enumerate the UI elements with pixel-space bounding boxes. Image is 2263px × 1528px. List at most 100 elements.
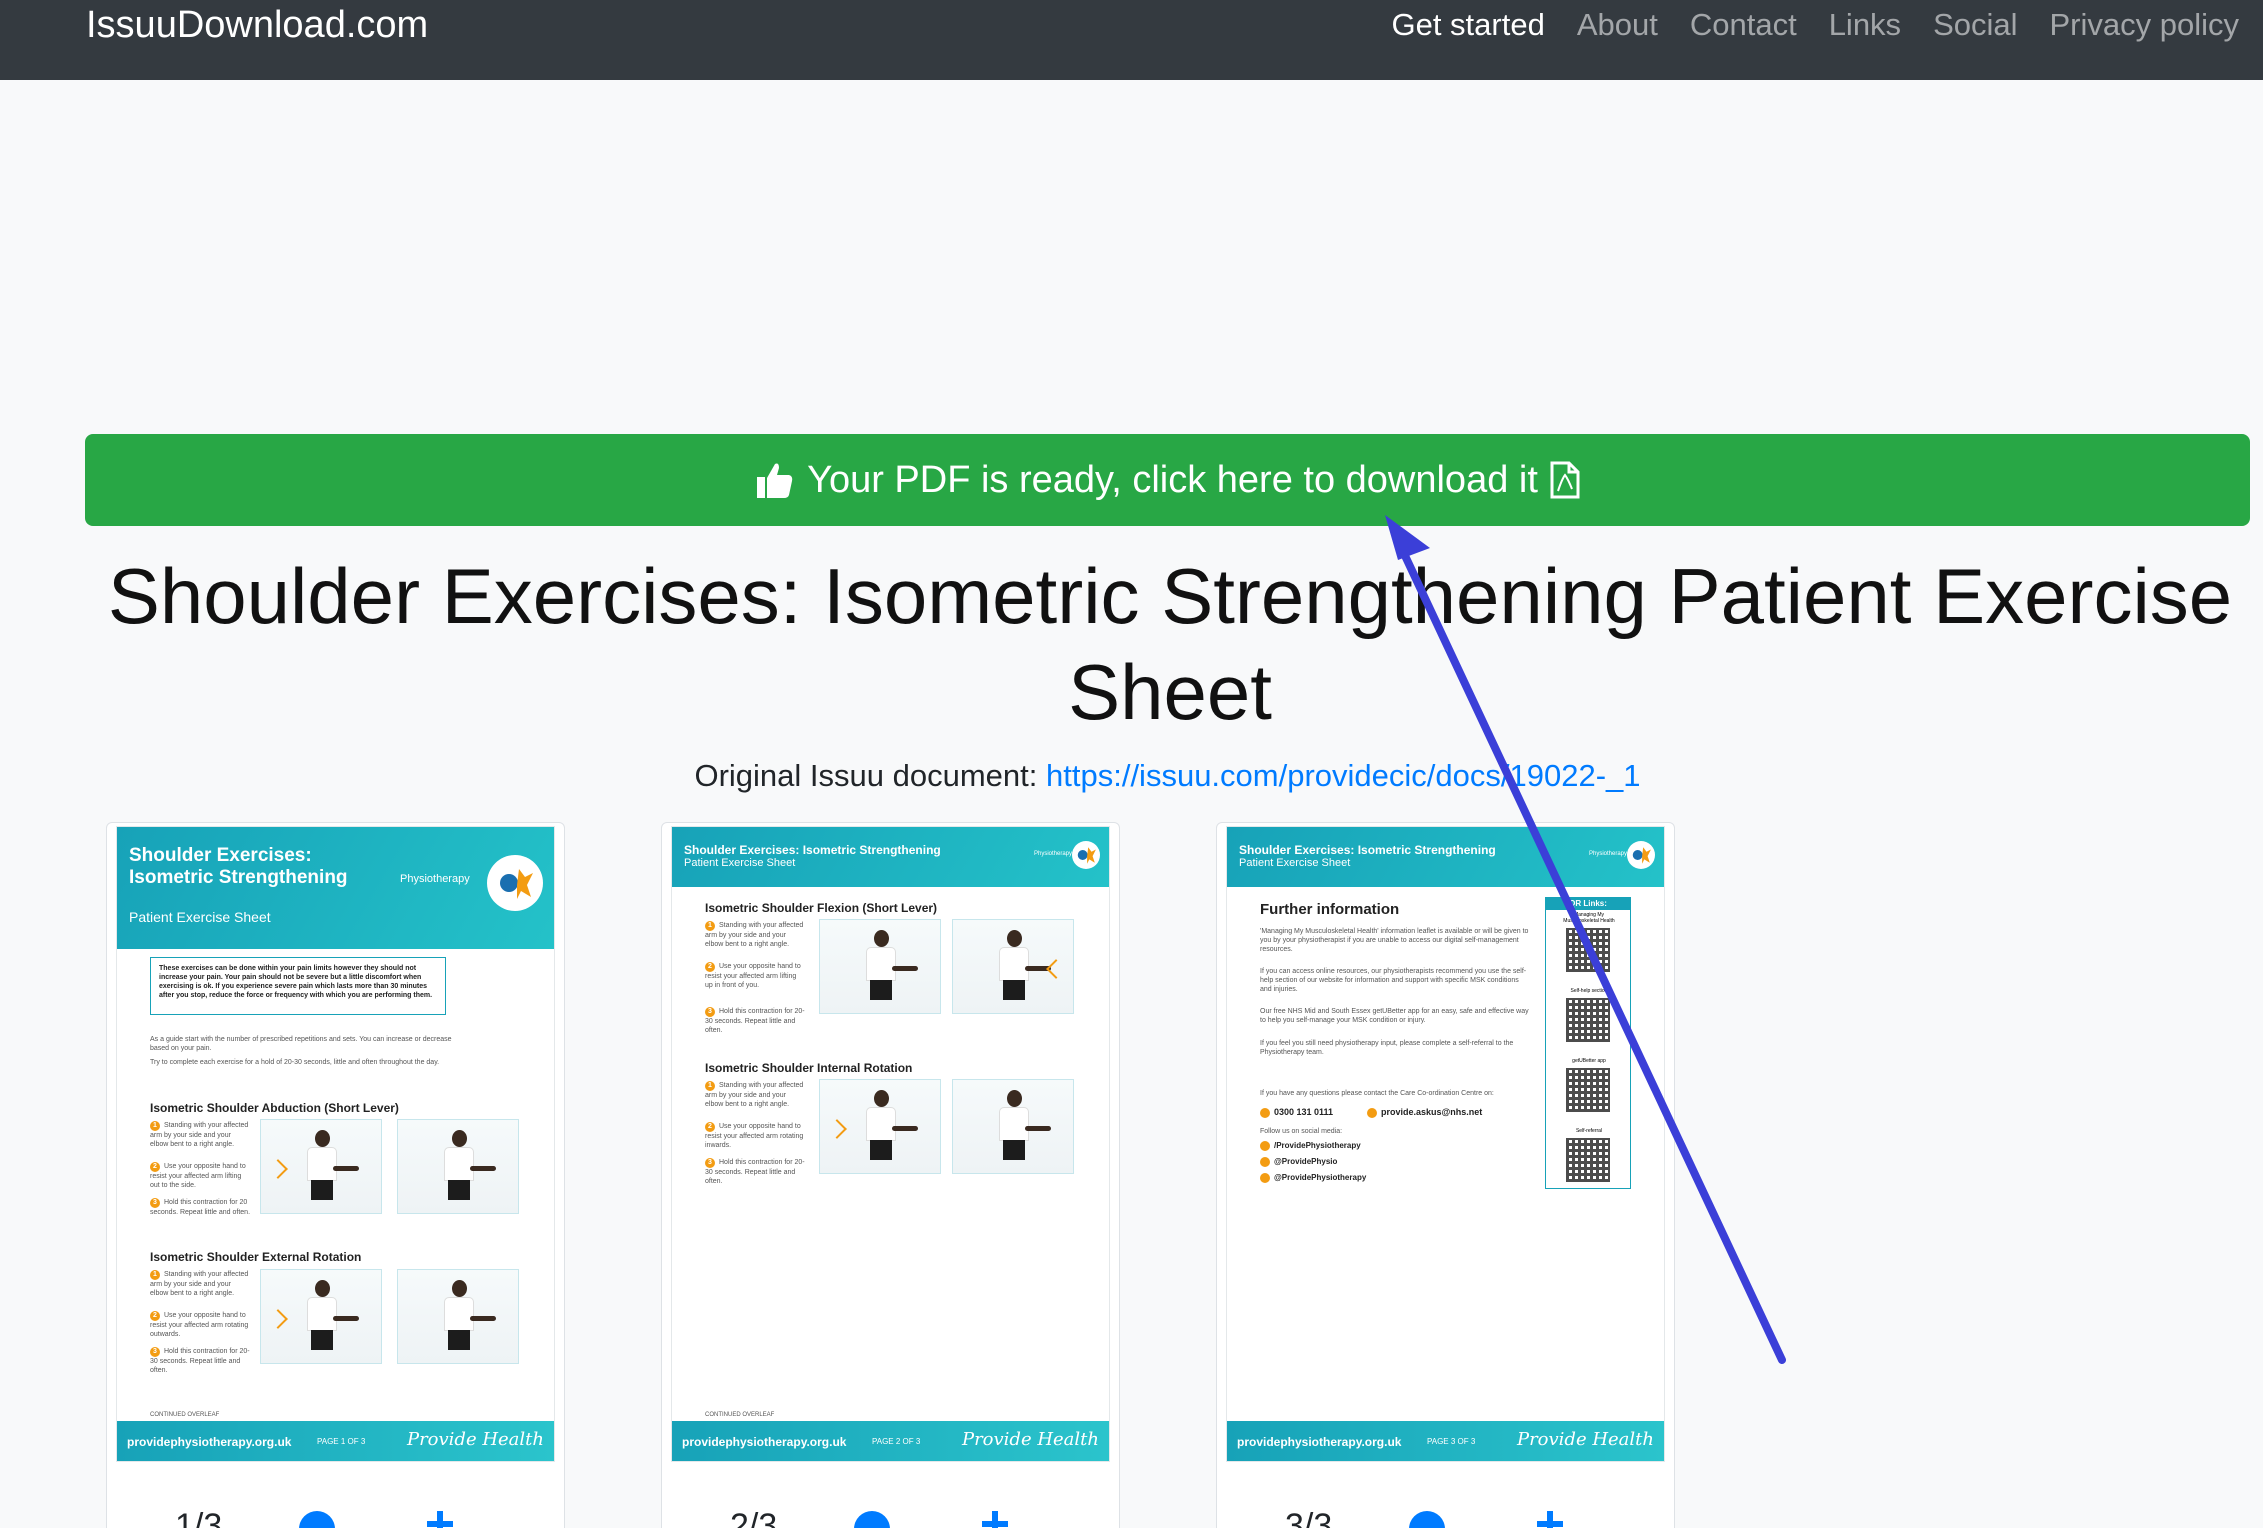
physiotherapy-logo-icon xyxy=(487,855,543,911)
page-footer: providephysiotherapy.org.uk PAGE 1 OF 3 … xyxy=(117,1421,554,1461)
view-icon[interactable] xyxy=(297,1509,337,1528)
exercise-photo xyxy=(952,1079,1074,1174)
footer-site: providephysiotherapy.org.uk xyxy=(127,1435,292,1449)
step-1: 1 Standing with your affected arm by your… xyxy=(150,1121,249,1148)
nav-get-started[interactable]: Get started xyxy=(1391,0,1544,50)
social-label: Follow us on social media: xyxy=(1260,1128,1343,1135)
page-header-title: Shoulder Exercises: Isometric Strengthen… xyxy=(129,845,348,888)
qr-label: getUBetter app xyxy=(1572,1058,1606,1064)
step-2: 2 Use your opposite hand to resist your a… xyxy=(705,962,801,989)
nav-links: Get started About Contact Links Social P… xyxy=(1391,0,2239,50)
qr-label: Managing My Musculoskeletal Health xyxy=(1563,912,1615,924)
page-header-sub: Patient Exercise Sheet xyxy=(684,857,796,869)
email-line: provide.askus@nhs.net xyxy=(1367,1107,1482,1118)
exercise-photo xyxy=(819,919,941,1014)
qr-label: Self-help section xyxy=(1570,988,1608,994)
further-info-para: If you feel you still need physiotherapy… xyxy=(1260,1040,1514,1056)
page-card-2: Shoulder Exercises: Isometric Strengthen… xyxy=(661,822,1120,1528)
qr-links-title: QR Links: xyxy=(1546,898,1630,910)
page-thumbnail-2[interactable]: Shoulder Exercises: Isometric Strengthen… xyxy=(671,826,1110,1462)
download-icon[interactable] xyxy=(980,1509,1010,1528)
page-footer: providephysiotherapy.org.uk PAGE 3 OF 3 … xyxy=(1227,1421,1664,1461)
provide-health-logo: Provide Health xyxy=(961,1429,1099,1450)
info-box: These exercises can be done within your … xyxy=(150,957,446,1015)
physiotherapy-label: Physiotherapy xyxy=(1034,851,1073,857)
qr-links-panel: QR Links: Managing My Musculoskeletal He… xyxy=(1545,897,1631,1189)
section-title: Isometric Shoulder Flexion (Short Lever) xyxy=(705,901,938,915)
download-icon[interactable] xyxy=(425,1509,455,1528)
facebook-icon xyxy=(1260,1141,1270,1151)
qr-label: Self-referral xyxy=(1575,1128,1603,1134)
step-2: 2 Use your opposite hand to resist your a… xyxy=(150,1162,246,1189)
exercise-photo xyxy=(952,919,1074,1014)
footer-page-label: PAGE 3 OF 3 xyxy=(1427,1437,1476,1446)
nav-links-page[interactable]: Links xyxy=(1829,0,1901,50)
continued-overleaf: CONTINUED OVERLEAF xyxy=(705,1412,775,1418)
email-icon xyxy=(1367,1107,1377,1118)
physiotherapy-logo-icon xyxy=(1072,841,1100,869)
section-title: Isometric Shoulder Internal Rotation xyxy=(705,1061,913,1075)
document-title: Shoulder Exercises: Isometric Strengthen… xyxy=(107,552,2233,736)
card-footer: 2/3 xyxy=(662,1507,1119,1528)
social-facebook: /ProvidePhysiotherapy xyxy=(1260,1141,1361,1151)
footer-page-label: PAGE 1 OF 3 xyxy=(317,1437,366,1446)
social-twitter: @ProvidePhysio xyxy=(1260,1157,1337,1167)
page-card-3: Shoulder Exercises: Isometric Strengthen… xyxy=(1216,822,1675,1528)
exercise-photo xyxy=(397,1269,519,1364)
provide-health-logo: Provide Health xyxy=(406,1429,544,1450)
step-3: 3 Hold this contraction for 20-30 seconds… xyxy=(150,1347,250,1374)
page-header-sub: Patient Exercise Sheet xyxy=(1239,857,1351,869)
intro-text-2: Try to complete each exercise for a hold… xyxy=(150,1059,440,1066)
original-doc-line: Original Issuu document: https://issuu.c… xyxy=(0,758,2263,794)
nav-social[interactable]: Social xyxy=(1933,0,2017,50)
download-pdf-button[interactable]: Your PDF is ready, click here to downloa… xyxy=(85,434,2250,526)
phone-icon xyxy=(1260,1107,1270,1118)
provide-health-logo: Provide Health xyxy=(1516,1429,1654,1450)
page-thumbnail-1[interactable]: Shoulder Exercises: Isometric Strengthen… xyxy=(116,826,555,1462)
step-2: 2 Use your opposite hand to resist your a… xyxy=(705,1122,804,1149)
exercise-photo xyxy=(397,1119,519,1214)
qr-code xyxy=(1566,998,1610,1042)
page-header: Shoulder Exercises: Isometric Strengthen… xyxy=(117,827,554,949)
page-card-1: Shoulder Exercises: Isometric Strengthen… xyxy=(106,822,565,1528)
footer-site: providephysiotherapy.org.uk xyxy=(1237,1435,1402,1449)
instagram-icon xyxy=(1260,1173,1270,1183)
exercise-photo xyxy=(260,1269,382,1364)
download-icon[interactable] xyxy=(1535,1509,1565,1528)
twitter-icon xyxy=(1260,1157,1270,1167)
phone-line: 0300 131 0111 xyxy=(1260,1107,1333,1118)
step-1: 1 Standing with your affected arm by your… xyxy=(705,1081,804,1108)
page-header-title: Shoulder Exercises: Isometric Strengthen… xyxy=(1239,843,1496,857)
footer-site: providephysiotherapy.org.uk xyxy=(682,1435,847,1449)
physiotherapy-logo-icon xyxy=(1627,841,1655,869)
page-number: 3/3 xyxy=(1285,1507,1333,1528)
brand-link[interactable]: IssuuDownload.com xyxy=(86,0,428,50)
section-title: Isometric Shoulder Abduction (Short Leve… xyxy=(150,1101,399,1115)
thumbs-up-icon xyxy=(755,460,795,500)
page-header-title: Shoulder Exercises: Isometric Strengthen… xyxy=(684,843,941,857)
page-header-sub: Patient Exercise Sheet xyxy=(129,909,271,925)
intro-text-1: As a guide start with the number of pres… xyxy=(150,1036,452,1052)
nav-about[interactable]: About xyxy=(1577,0,1658,50)
card-footer: 3/3 xyxy=(1217,1507,1674,1528)
nav-privacy[interactable]: Privacy policy xyxy=(2050,0,2240,50)
further-info-para: 'Managing My Musculoskeletal Health' inf… xyxy=(1260,928,1529,953)
physiotherapy-label: Physiotherapy xyxy=(400,873,470,885)
original-doc-link[interactable]: https://issuu.com/providecic/docs/19022-… xyxy=(1046,758,1640,793)
page-thumbnail-3[interactable]: Shoulder Exercises: Isometric Strengthen… xyxy=(1226,826,1665,1462)
step-2: 2 Use your opposite hand to resist your a… xyxy=(150,1311,249,1338)
footer-page-label: PAGE 2 OF 3 xyxy=(872,1437,921,1446)
card-footer: 1/3 xyxy=(107,1507,564,1528)
step-1: 1 Standing with your affected arm by your… xyxy=(150,1270,249,1297)
original-doc-label: Original Issuu document: xyxy=(694,758,1038,793)
step-3: 3 Hold this contraction for 20-30 seconds… xyxy=(705,1158,805,1185)
further-info-para: If you can access online resources, our … xyxy=(1260,968,1527,993)
pdf-file-icon xyxy=(1550,461,1580,499)
view-icon[interactable] xyxy=(1407,1509,1447,1528)
nav-contact[interactable]: Contact xyxy=(1690,0,1797,50)
navbar: IssuuDownload.com Get started About Cont… xyxy=(0,0,2263,80)
questions-text: If you have any questions please contact… xyxy=(1260,1090,1494,1097)
view-icon[interactable] xyxy=(852,1509,892,1528)
download-label: Your PDF is ready, click here to downloa… xyxy=(807,458,1538,501)
page-header: Shoulder Exercises: Isometric Strengthen… xyxy=(1227,827,1664,887)
